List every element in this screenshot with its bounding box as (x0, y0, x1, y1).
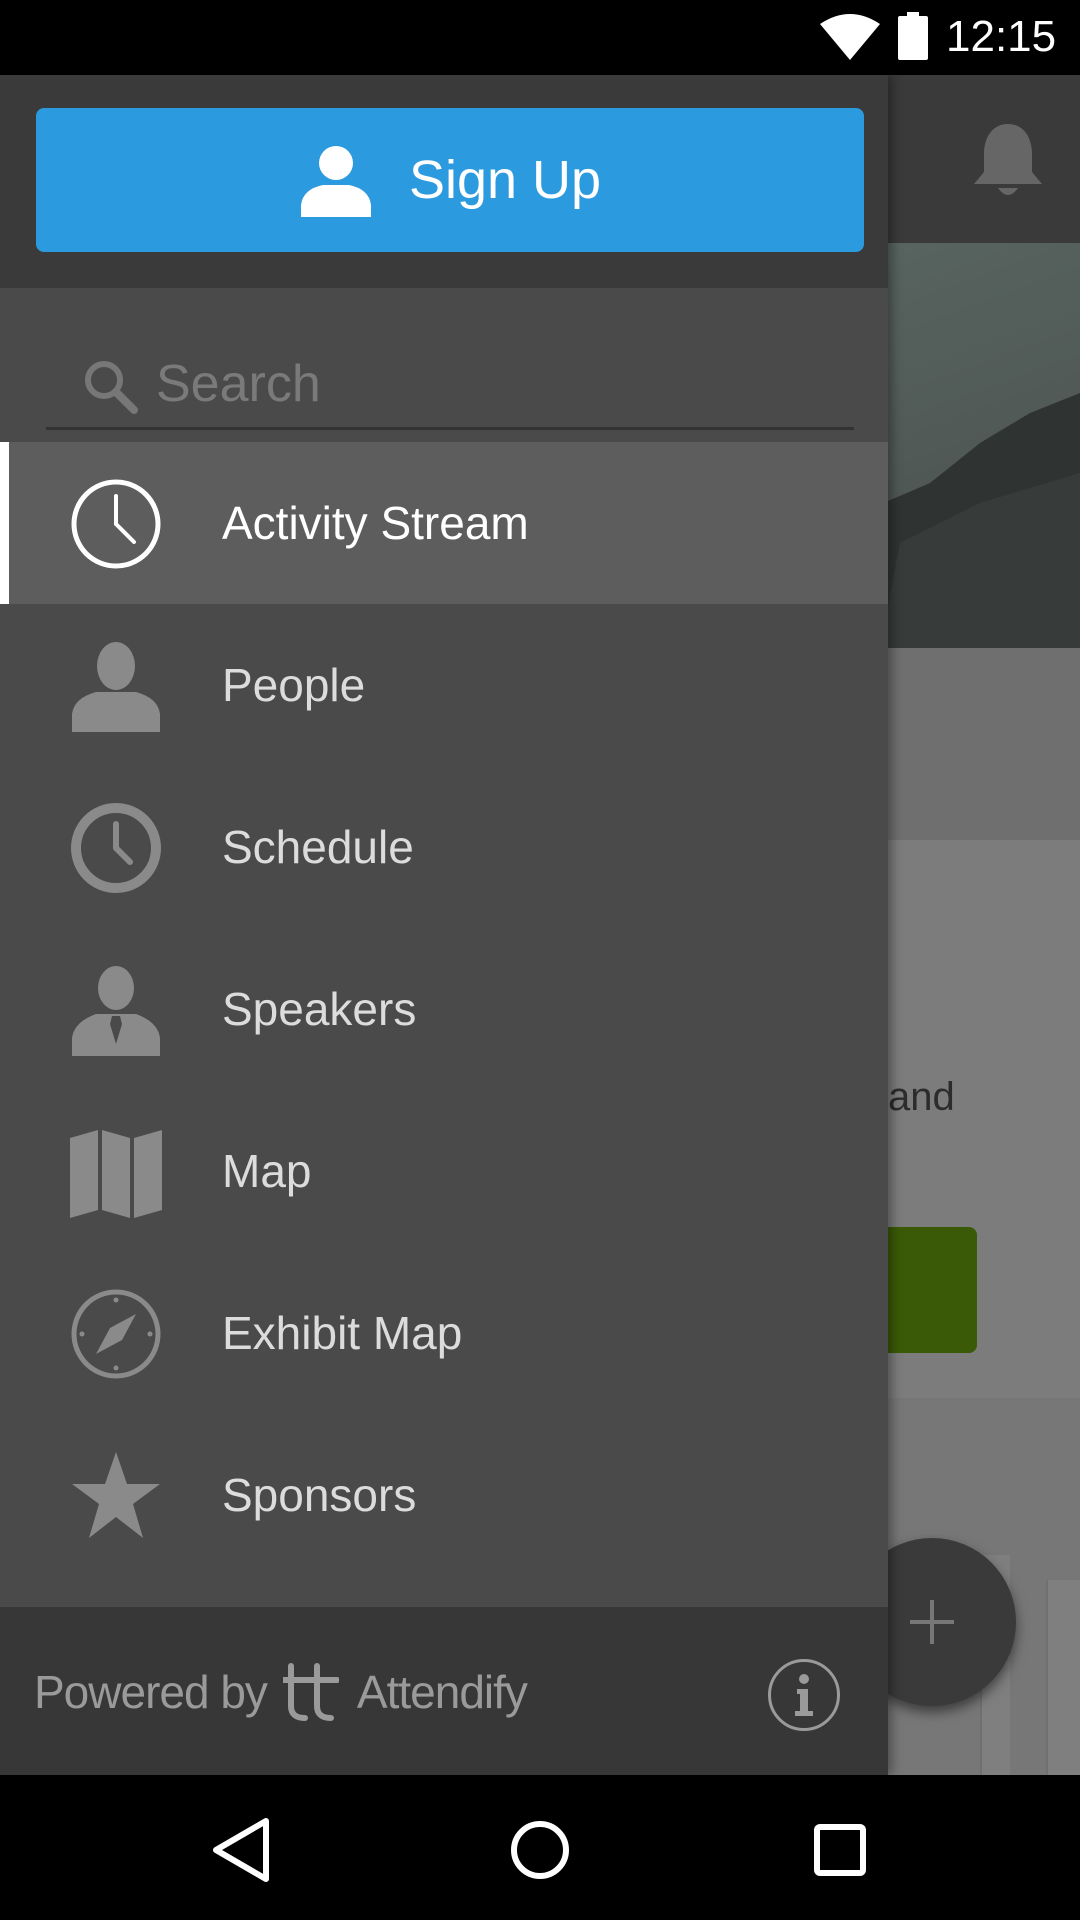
info-icon (795, 1674, 813, 1716)
drawer-item-map[interactable]: Map (0, 1090, 888, 1252)
drawer-menu: Activity Stream People Schedule Speakers… (0, 442, 888, 1576)
status-time: 12:15 (946, 12, 1057, 61)
battery-icon (898, 12, 928, 60)
drawer-item-exhibit-map[interactable]: Exhibit Map (0, 1252, 888, 1414)
sign-up-button[interactable]: Sign Up (36, 108, 864, 252)
drawer-item-activity-stream[interactable]: Activity Stream (0, 442, 888, 604)
user-icon (300, 146, 371, 217)
map-icon (70, 1130, 162, 1218)
clock-outline-icon (71, 479, 161, 569)
search-icon (85, 361, 138, 414)
card-text-fragment: and (888, 1075, 955, 1119)
search-box (46, 340, 854, 430)
attendify-logo-icon (282, 1663, 339, 1721)
drawer-item-schedule[interactable]: Schedule (0, 766, 888, 928)
status-bar: 12:15 (0, 0, 1080, 75)
navigation-drawer: Sign Up Activity Stream People (0, 75, 888, 1775)
bell-icon[interactable] (970, 120, 1046, 200)
powered-by-attendify: Powered by Attendify (34, 1657, 528, 1727)
drawer-item-sponsors[interactable]: Sponsors (0, 1414, 888, 1576)
clock-icon (71, 803, 161, 893)
plus-icon (910, 1600, 954, 1644)
drawer-item-label: Speakers (222, 983, 417, 1035)
drawer-item-label: Sponsors (222, 1469, 417, 1521)
drawer-item-people[interactable]: People (0, 604, 888, 766)
compass-icon (71, 1289, 161, 1379)
home-icon[interactable] (505, 1815, 575, 1885)
drawer-header: Sign Up (0, 75, 888, 288)
wifi-icon (820, 14, 880, 60)
speaker-person-icon (72, 966, 160, 1056)
info-button[interactable] (768, 1659, 840, 1731)
star-icon (72, 1452, 160, 1538)
drawer-item-speakers[interactable]: Speakers (0, 928, 888, 1090)
drawer-footer: Powered by Attendify (0, 1607, 888, 1775)
drawer-item-label: Schedule (222, 821, 414, 873)
drawer-item-label: Activity Stream (222, 497, 529, 549)
system-navigation-bar (0, 1775, 1080, 1920)
search-input[interactable] (154, 348, 834, 420)
recents-icon[interactable] (805, 1815, 875, 1885)
drawer-item-label: Map (222, 1145, 312, 1197)
attendify-brand: Attendify (356, 1666, 528, 1718)
background-card-3 (1046, 1580, 1080, 1800)
back-icon[interactable] (206, 1815, 276, 1885)
person-icon (72, 642, 160, 732)
powered-by-label: Powered by (34, 1666, 268, 1718)
drawer-item-label: Exhibit Map (222, 1307, 463, 1359)
sign-up-label: Sign Up (408, 150, 602, 210)
drawer-item-label: People (222, 659, 366, 711)
